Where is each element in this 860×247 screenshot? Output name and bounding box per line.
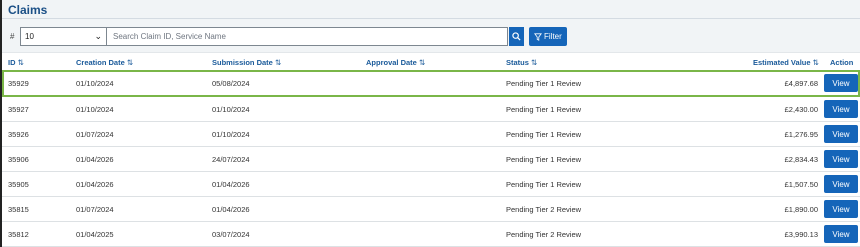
title-divider: [2, 18, 860, 19]
cell-submission-date: 01/10/2024: [212, 130, 250, 139]
cell-estimated-value: £1,890.00: [784, 205, 818, 214]
toolbar: # 10 ⌄ Filter: [10, 27, 567, 46]
cell-id: 35905: [8, 180, 29, 189]
cell-id: 35927: [8, 105, 29, 114]
view-button[interactable]: View: [824, 150, 858, 168]
chevron-down-icon: ⌄: [94, 31, 102, 41]
table-row[interactable]: 35926 01/07/2024 01/10/2024 Pending Tier…: [2, 122, 860, 147]
cell-status: Pending Tier 1 Review: [506, 130, 582, 139]
column-header-approval-date[interactable]: Approval Date ⇅: [366, 58, 425, 67]
column-header-id[interactable]: ID ⇅: [8, 58, 24, 67]
page-title: Claims: [8, 3, 48, 17]
cell-status: Pending Tier 1 Review: [506, 180, 582, 189]
cell-estimated-value: £1,276.95: [784, 130, 818, 139]
sort-icon: ⇅: [418, 58, 426, 67]
column-header-status[interactable]: Status ⇅: [506, 58, 537, 67]
table-row[interactable]: 35815 01/07/2024 01/04/2026 Pending Tier…: [2, 197, 860, 222]
filter-button[interactable]: Filter: [529, 27, 567, 46]
filter-label: Filter: [544, 32, 562, 41]
cell-submission-date: 24/07/2024: [212, 155, 250, 164]
sort-icon: ⇅: [17, 58, 24, 67]
cell-estimated-value: £4,897.68: [784, 79, 818, 88]
table-row[interactable]: 35929 01/10/2024 05/08/2024 Pending Tier…: [2, 70, 860, 97]
column-header-creation-date[interactable]: Creation Date ⇅: [76, 58, 133, 67]
page-size-label: #: [10, 32, 15, 41]
cell-id: 35926: [8, 130, 29, 139]
cell-submission-date: 01/10/2024: [212, 105, 250, 114]
cell-submission-date: 01/04/2026: [212, 205, 250, 214]
table-row[interactable]: 35927 01/10/2024 01/10/2024 Pending Tier…: [2, 97, 860, 122]
page-size-value: 10: [25, 32, 34, 41]
cell-estimated-value: £2,834.43: [784, 155, 818, 164]
cell-status: Pending Tier 1 Review: [506, 79, 582, 88]
view-button[interactable]: View: [824, 175, 858, 193]
column-header-estimated-value[interactable]: Estimated Value ⇅: [753, 58, 819, 67]
search-input[interactable]: [107, 27, 508, 46]
cell-id: 35906: [8, 155, 29, 164]
cell-estimated-value: £3,990.13: [784, 230, 818, 239]
cell-creation-date: 01/04/2025: [76, 230, 114, 239]
view-button[interactable]: View: [824, 225, 858, 243]
cell-submission-date: 01/04/2026: [212, 180, 250, 189]
cell-id: 35929: [8, 79, 29, 88]
cell-creation-date: 01/10/2024: [76, 105, 114, 114]
table-row[interactable]: 35905 01/04/2026 01/04/2026 Pending Tier…: [2, 172, 860, 197]
view-button[interactable]: View: [824, 125, 858, 143]
cell-status: Pending Tier 1 Review: [506, 105, 582, 114]
cell-estimated-value: £2,430.00: [784, 105, 818, 114]
cell-submission-date: 03/07/2024: [212, 230, 250, 239]
cell-status: Pending Tier 1 Review: [506, 155, 582, 164]
sort-icon: ⇅: [274, 58, 282, 67]
column-header-action: Action: [830, 58, 854, 67]
cell-status: Pending Tier 2 Review: [506, 230, 582, 239]
cell-id: 35815: [8, 205, 29, 214]
cell-submission-date: 05/08/2024: [212, 79, 250, 88]
filter-icon: [534, 32, 542, 41]
view-button[interactable]: View: [824, 100, 858, 118]
cell-status: Pending Tier 2 Review: [506, 205, 582, 214]
cell-id: 35812: [8, 230, 29, 239]
sort-icon: ⇅: [812, 58, 819, 67]
sort-icon: ⇅: [530, 58, 538, 67]
cell-creation-date: 01/04/2026: [76, 180, 114, 189]
view-button[interactable]: View: [824, 200, 858, 218]
cell-creation-date: 01/07/2024: [76, 205, 114, 214]
cell-estimated-value: £1,507.50: [784, 180, 818, 189]
page-size-select[interactable]: 10 ⌄: [20, 27, 107, 46]
table-header: ID ⇅ Creation Date ⇅ Submission Date ⇅ Appr…: [2, 52, 860, 70]
table-row[interactable]: 35906 01/04/2026 24/07/2024 Pending Tier…: [2, 147, 860, 172]
cell-creation-date: 01/04/2026: [76, 155, 114, 164]
cell-creation-date: 01/10/2024: [76, 79, 114, 88]
cell-creation-date: 01/07/2024: [76, 130, 114, 139]
sort-icon: ⇅: [126, 58, 134, 67]
table-row[interactable]: 35812 01/04/2025 03/07/2024 Pending Tier…: [2, 222, 860, 247]
search-icon: [512, 32, 521, 41]
view-button[interactable]: View: [824, 74, 858, 92]
column-header-submission-date[interactable]: Submission Date ⇅: [212, 58, 281, 67]
search-button[interactable]: [509, 27, 524, 46]
